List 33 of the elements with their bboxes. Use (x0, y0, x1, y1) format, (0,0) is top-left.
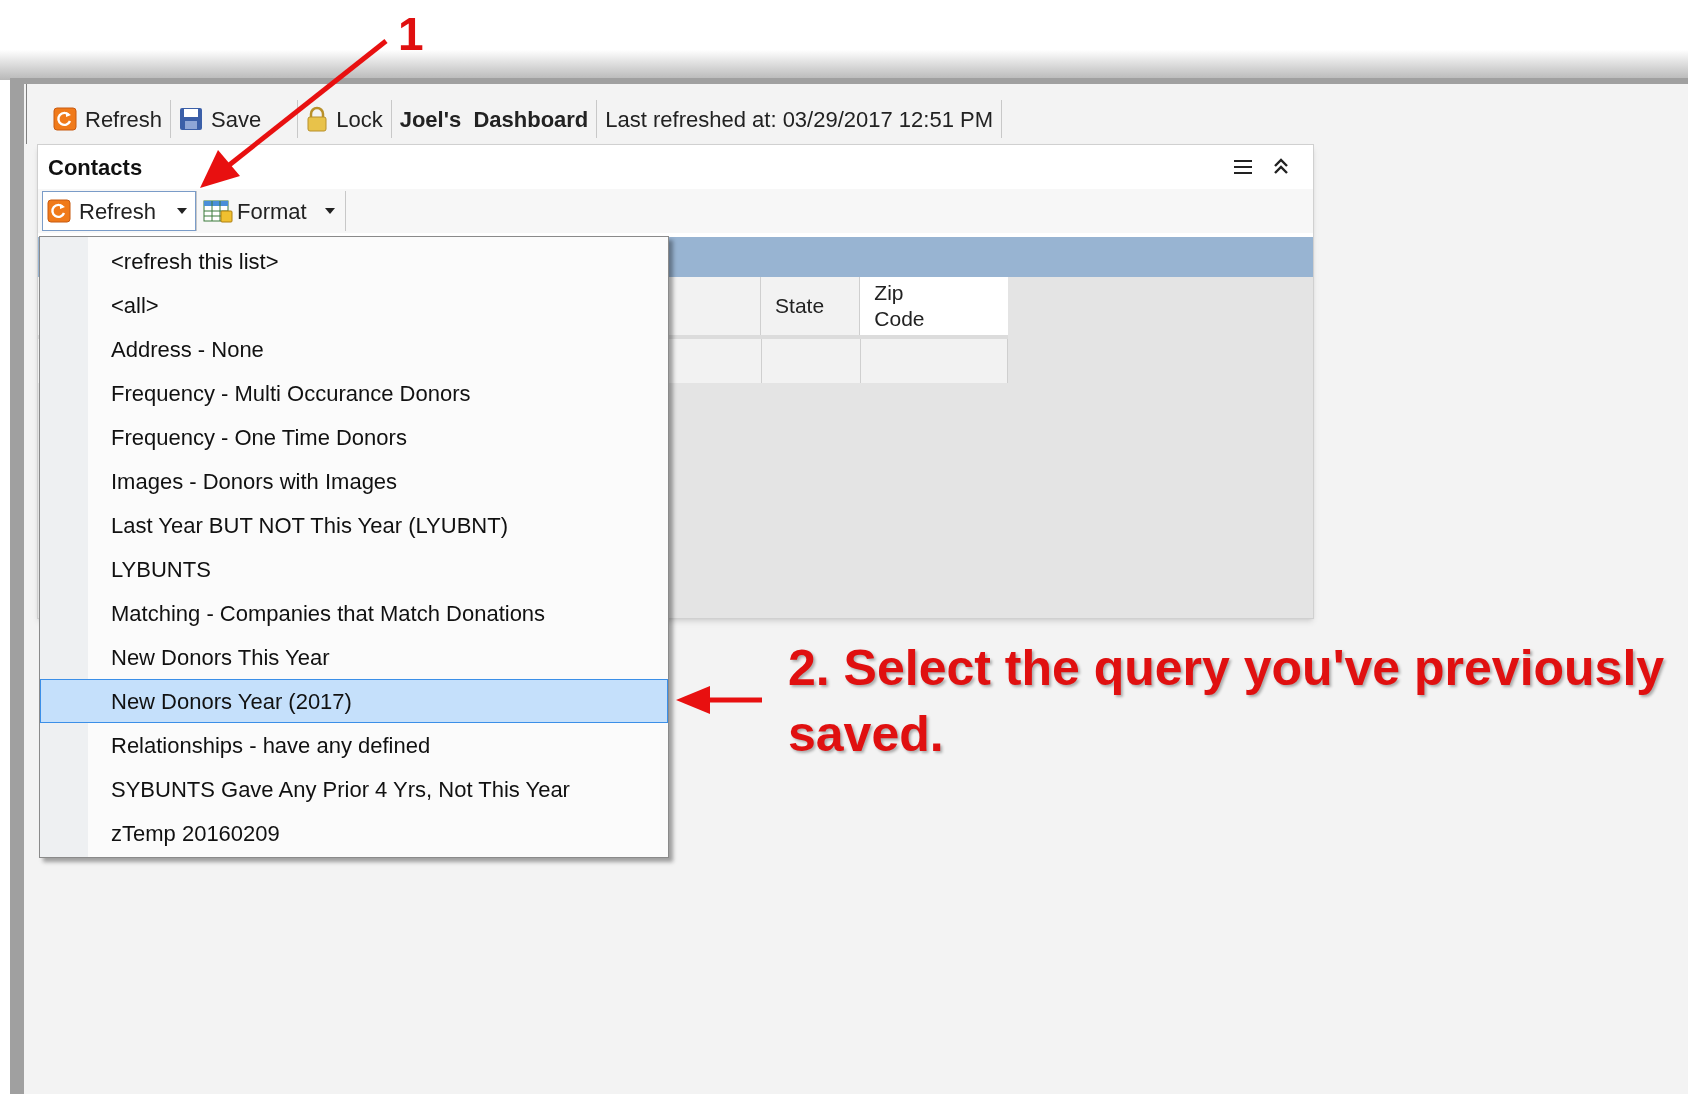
padlock-icon (306, 106, 329, 132)
panel-title: Contacts (48, 153, 143, 182)
caret-icon (325, 208, 335, 214)
column-header[interactable]: Zip Code (859, 277, 1008, 335)
menu-item[interactable]: Frequency - Multi Occurance Donors (40, 371, 668, 415)
refresh-icon (53, 107, 77, 131)
lock-button[interactable]: Lock (298, 100, 392, 138)
menu-icon[interactable] (1233, 159, 1253, 175)
menu-item[interactable]: Matching - Companies that Match Donations (40, 591, 668, 635)
menu-item[interactable]: LYBUNTS (40, 547, 668, 591)
menu-item[interactable]: <all> (40, 283, 668, 327)
save-button[interactable]: Save (171, 100, 299, 138)
refresh-dropdown-button[interactable]: Refresh (42, 191, 196, 231)
collapse-icon[interactable] (1273, 158, 1289, 176)
refresh-icon (47, 199, 71, 223)
menu-item[interactable]: Images - Donors with Images (40, 459, 668, 503)
menu-item[interactable]: New Donors This Year (40, 635, 668, 679)
menu-item[interactable]: Frequency - One Time Donors (40, 415, 668, 459)
menu-item[interactable]: New Donors Year (2017) (40, 679, 668, 723)
menu-item[interactable]: Relationships - have any defined (40, 723, 668, 767)
annotation-text: 2. Select the query you've previously saved. (788, 639, 1666, 764)
menu-item[interactable]: Address - None (40, 327, 668, 371)
format-dropdown-button[interactable]: Format (196, 191, 346, 231)
caret-icon (177, 208, 187, 214)
menu-item[interactable]: Last Year BUT NOT This Year (LYUBNT) (40, 503, 668, 547)
dashboard-title: Joel's Dashboard (391, 100, 598, 138)
menu-item[interactable]: zTemp 20160209 (40, 811, 668, 855)
table-grid-icon (203, 199, 233, 223)
last-refreshed-status: Last refreshed at: 03/29/2017 12:51 PM (597, 100, 1003, 138)
menu-item[interactable]: SYBUNTS Gave Any Prior 4 Yrs, Not This Year (40, 767, 668, 811)
refresh-button[interactable]: Refresh (45, 100, 172, 138)
step-number: 1 (398, 7, 424, 62)
menu-item[interactable]: <refresh this list> (40, 239, 668, 283)
